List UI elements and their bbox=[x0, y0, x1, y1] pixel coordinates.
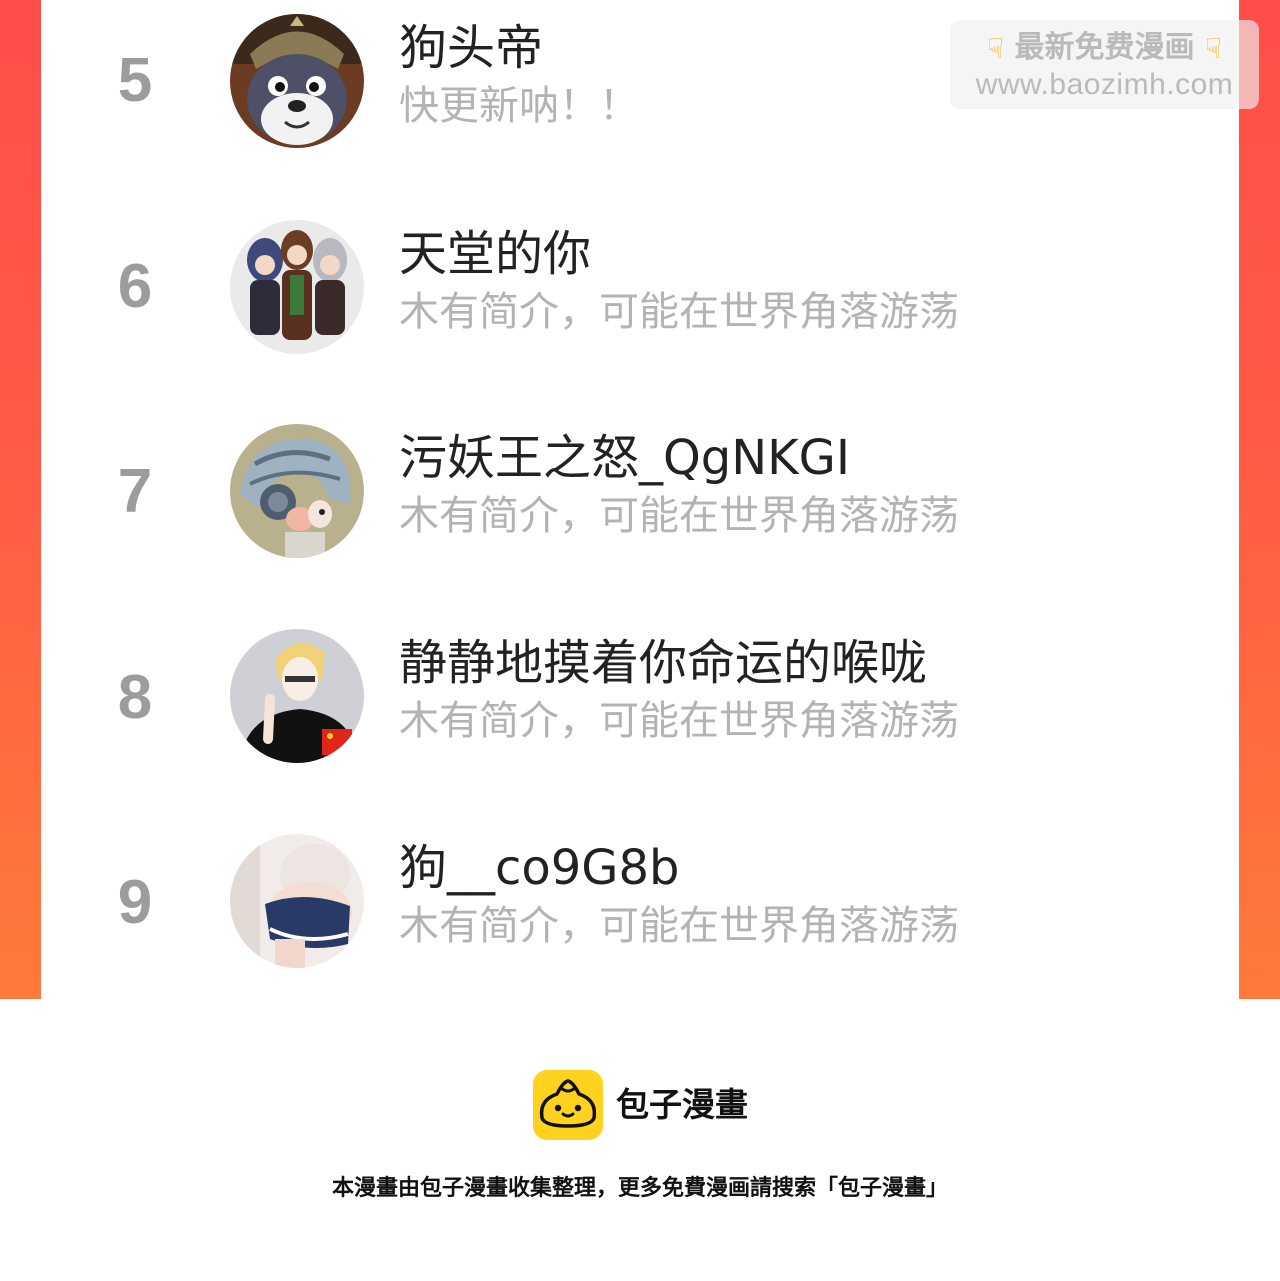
rank-number: 7 bbox=[117, 457, 153, 526]
ranking-row[interactable]: 8 静静地摸着你命运的喉咙 木有简介，可能在世界角落游荡 bbox=[41, 615, 1239, 820]
watermark-url: www.baozimh.com bbox=[975, 67, 1234, 101]
footer-note: 本漫畫由包子漫畫收集整理，更多免費漫画請搜索「包子漫畫」 bbox=[331, 1176, 948, 1201]
baozi-bun-icon bbox=[533, 1070, 603, 1140]
rank-number: 5 bbox=[117, 46, 153, 115]
helmet-dog-avatar[interactable] bbox=[230, 14, 364, 148]
user-bio: 木有简介，可能在世界角落游荡 bbox=[399, 493, 959, 539]
user-name[interactable]: 狗__co9G8b bbox=[399, 840, 680, 896]
rank-number: 9 bbox=[117, 868, 153, 937]
rank-number: 6 bbox=[117, 252, 153, 321]
user-bio: 快更新呐！！ bbox=[399, 83, 639, 129]
anime-group-avatar[interactable] bbox=[230, 220, 364, 354]
brand-name: 包子漫畫 bbox=[616, 1085, 748, 1124]
watermark-badge: ☟ 最新免费漫画 ☟ www.baozimh.com bbox=[950, 20, 1259, 109]
user-bio: 木有简介，可能在世界角落游荡 bbox=[399, 289, 959, 335]
headphone-boy-avatar[interactable] bbox=[230, 424, 364, 558]
pointing-down-hand-icon: ☟ bbox=[1204, 31, 1223, 65]
rank-number: 8 bbox=[117, 663, 153, 732]
user-name[interactable]: 污妖王之怒_QgNKGI bbox=[399, 430, 850, 486]
user-name[interactable]: 天堂的你 bbox=[399, 226, 591, 282]
pointing-down-hand-icon: ☟ bbox=[986, 31, 1005, 65]
user-name[interactable]: 狗头帝 bbox=[399, 20, 543, 76]
blond-sketch-avatar[interactable] bbox=[230, 629, 364, 763]
user-bio: 木有简介，可能在世界角落游荡 bbox=[399, 903, 959, 949]
photo-avatar[interactable] bbox=[230, 834, 364, 968]
watermark-title: 最新免费漫画 bbox=[1014, 30, 1195, 65]
watermark-title-line: ☟ 最新免费漫画 ☟ bbox=[950, 30, 1259, 67]
ranking-row[interactable]: 6 天堂的你 木有简介，可能在世界角落游荡 bbox=[41, 205, 1239, 410]
user-bio: 木有简介，可能在世界角落游荡 bbox=[399, 698, 959, 744]
ranking-row[interactable]: 7 污妖王之怒_QgNKGI 木有简介，可能在世界角落游荡 bbox=[41, 410, 1239, 615]
ranking-row[interactable]: 9 狗__co9G8b 木有简介，可能在世界角落游荡 bbox=[41, 820, 1239, 1025]
user-name[interactable]: 静静地摸着你命运的喉咙 bbox=[399, 635, 927, 691]
